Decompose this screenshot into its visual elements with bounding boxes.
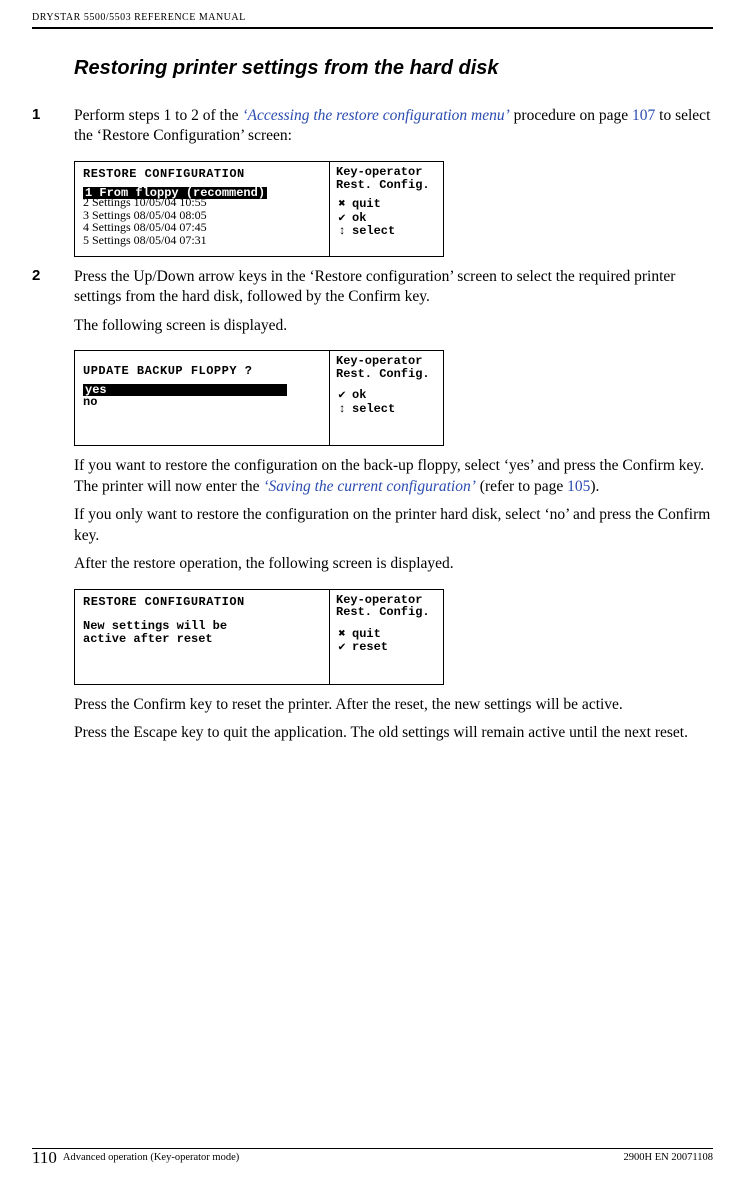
text: (refer to page: [476, 478, 567, 495]
text: If you only want to restore the configur…: [74, 505, 713, 546]
text: procedure on page: [510, 107, 632, 124]
text: Press the Up/Down arrow keys in the ‘Res…: [74, 267, 713, 308]
lcd-side: Key-operator Rest. Config. ✖ quit ✔ ok ↕ se…: [329, 162, 443, 256]
lcd-key-label: quit: [352, 628, 381, 641]
text: Press the Confirm key to reset the print…: [74, 695, 713, 715]
lcd-title: UPDATE BACKUP FLOPPY ?: [83, 365, 325, 378]
link-page-107[interactable]: 107: [632, 107, 655, 124]
check-icon: ✔: [336, 212, 348, 225]
lcd-restore-confirmation: RESTORE CONFIGURATION New settings will …: [74, 589, 444, 685]
page-footer: 110 Advanced operation (Key-operator mod…: [0, 1148, 745, 1172]
lcd-main: RESTORE CONFIGURATION New settings will …: [75, 590, 329, 684]
section-title: Restoring printer settings from the hard…: [74, 57, 713, 80]
lcd-key-label: ok: [352, 389, 366, 402]
lcd-key-select: ↕ select: [336, 225, 439, 238]
text: The following screen is displayed.: [74, 316, 713, 336]
lcd-main: UPDATE BACKUP FLOPPY ? yes no: [75, 351, 329, 445]
lcd-key-reset: ✔ reset: [336, 641, 439, 654]
lcd-title: RESTORE CONFIGURATION: [83, 168, 325, 181]
step-body: Press the Confirm key to reset the print…: [74, 695, 713, 752]
lcd-settings-overlay: 2 Settings 10/05/04 10:55 3 Settings 08/…: [83, 196, 207, 246]
lcd-key-label: quit: [352, 198, 381, 211]
lcd-key-ok: ✔ ok: [336, 389, 439, 402]
lcd-row: New settings will be: [83, 620, 325, 633]
link-page-105[interactable]: 105: [567, 478, 590, 495]
running-header: DRYSTAR 5500/5503 REFERENCE MANUAL: [32, 12, 713, 29]
lcd-key-quit: ✖ quit: [336, 198, 439, 211]
lcd-side-line: Rest. Config.: [336, 179, 439, 192]
lcd-side-line: Rest. Config.: [336, 606, 439, 619]
lcd-side: Key-operator Rest. Config. ✖quit ✔reset: [329, 590, 443, 684]
lcd-row: no: [83, 396, 325, 409]
footer-right: 2900H EN 20071108: [624, 1152, 713, 1172]
lcd-selected-item: yes: [83, 384, 287, 397]
lcd-key-ok: ✔ ok: [336, 212, 439, 225]
step-body: Press the Up/Down arrow keys in the ‘Res…: [74, 267, 713, 344]
updown-icon: ↕: [336, 403, 348, 416]
lcd-side-line: Rest. Config.: [336, 368, 439, 381]
lcd-row: 2 Settings 10/05/04 10:55: [83, 196, 207, 209]
lcd-main: RESTORE CONFIGURATION 1 From floppy (rec…: [75, 162, 329, 256]
lcd-side: Key-operator Rest. Config. ✔ ok ↕ select: [329, 351, 443, 445]
lcd-restore-configuration: RESTORE CONFIGURATION 1 From floppy (rec…: [74, 161, 444, 257]
footer-left: Advanced operation (Key-operator mode): [63, 1152, 624, 1172]
lcd-row: 5 Settings 08/05/04 07:31: [83, 234, 207, 247]
lcd-title: RESTORE CONFIGURATION: [83, 596, 325, 609]
step-number: 2: [32, 267, 74, 344]
lcd-side-line: Key-operator: [336, 355, 439, 368]
text: After the restore operation, the followi…: [74, 554, 713, 574]
page-body: DRYSTAR 5500/5503 REFERENCE MANUAL Resto…: [0, 0, 745, 1150]
lcd-side-line: Key-operator: [336, 166, 439, 179]
step-2-cont2: Press the Confirm key to reset the print…: [32, 695, 713, 752]
lcd-key-label: select: [352, 403, 395, 416]
lcd-key-label: ok: [352, 212, 366, 225]
x-icon: ✖: [336, 628, 348, 641]
lcd-update-backup-floppy: UPDATE BACKUP FLOPPY ? yes no Key-operat…: [74, 350, 444, 446]
lcd-row: 4 Settings 08/05/04 07:45: [83, 221, 207, 234]
lcd-row: active after reset: [83, 633, 325, 646]
lcd-key-label: reset: [352, 641, 388, 654]
page-number: 110: [32, 1148, 57, 1168]
updown-icon: ↕: [336, 225, 348, 238]
check-icon: ✔: [336, 389, 348, 402]
text: Perform steps 1 to 2 of the: [74, 107, 242, 124]
step-1: 1 Perform steps 1 to 2 of the ‘Accessing…: [32, 106, 713, 155]
step-2: 2 Press the Up/Down arrow keys in the ‘R…: [32, 267, 713, 344]
text: ).: [590, 478, 599, 495]
step-body: Perform steps 1 to 2 of the ‘Accessing t…: [74, 106, 713, 155]
step-body: If you want to restore the configuration…: [74, 456, 713, 582]
link-accessing-restore-menu[interactable]: ‘Accessing the restore configuration men…: [242, 107, 509, 124]
lcd-key-label: select: [352, 225, 395, 238]
link-saving-current-config[interactable]: ‘Saving the current configuration’: [263, 478, 476, 495]
text: Press the Escape key to quit the applica…: [74, 723, 713, 743]
lcd-key-select: ↕ select: [336, 403, 439, 416]
step-2-cont: If you want to restore the configuration…: [32, 456, 713, 582]
lcd-key-quit: ✖ quit: [336, 628, 439, 641]
check-icon: ✔: [336, 641, 348, 654]
step-number: 1: [32, 106, 74, 155]
x-icon: ✖: [336, 198, 348, 211]
